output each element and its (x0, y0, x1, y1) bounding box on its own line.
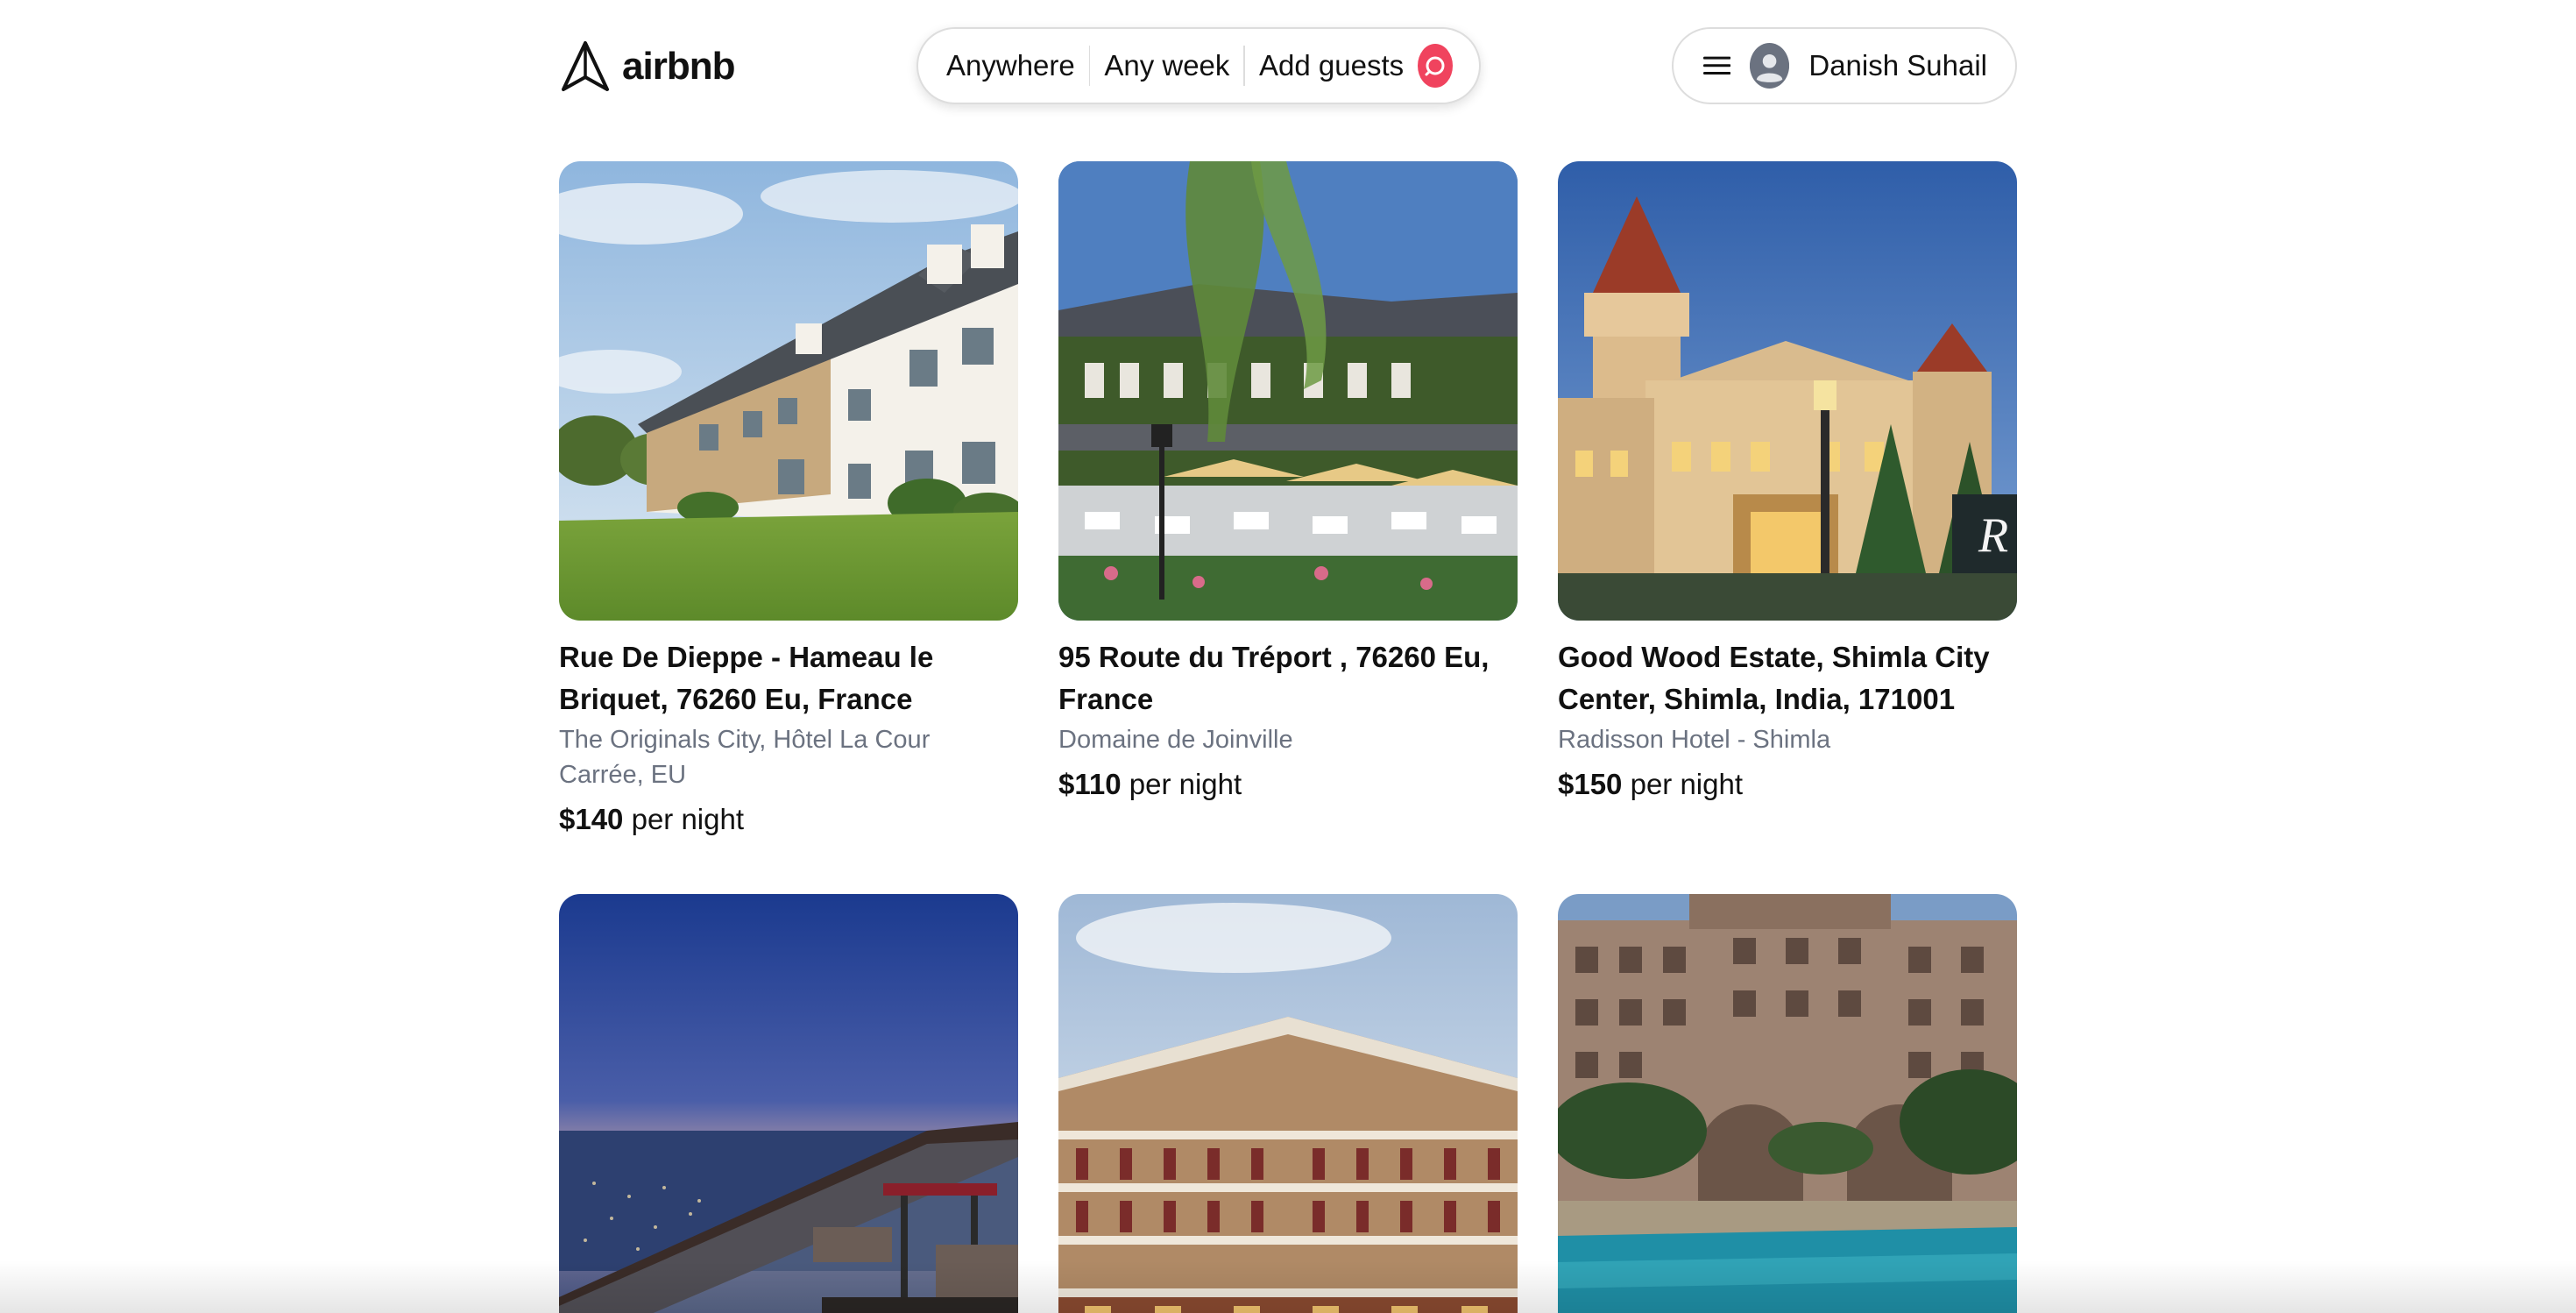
search-button[interactable] (1418, 44, 1453, 88)
listing-card[interactable] (559, 894, 1018, 1313)
paper-plane-icon (562, 41, 609, 91)
price-value: $140 (559, 803, 624, 835)
user-menu-button[interactable]: Danish Suhail (1672, 27, 2017, 104)
dates-filter[interactable]: Any week (1104, 49, 1229, 82)
listing-photo: R (1558, 161, 2017, 621)
listing-card[interactable]: 95 Route du Tréport , 76260 Eu, France D… (1058, 161, 1518, 805)
search-bar[interactable]: Anywhere Any week Add guests (916, 27, 1481, 104)
user-avatar-icon (1750, 46, 1790, 86)
listing-card[interactable] (1558, 894, 2017, 1313)
listing-title: Rue De Dieppe - Hameau le Briquet, 76260… (559, 641, 934, 715)
listing-photo (559, 161, 1018, 621)
logo[interactable]: airbnb (561, 39, 735, 95)
listing-subtitle: Domaine de Joinville (1058, 726, 1293, 754)
listing-title: Good Wood Estate, Shimla City Center, Sh… (1558, 641, 1990, 715)
listing-photo (1058, 894, 1518, 1313)
price-value: $110 (1058, 768, 1122, 800)
listing-photo (1558, 894, 2017, 1313)
search-icon (1425, 56, 1445, 76)
listing-price: $140 per night (559, 799, 1018, 840)
location-filter[interactable]: Anywhere (946, 49, 1075, 82)
listing-card[interactable]: Rue De Dieppe - Hameau le Briquet, 76260… (559, 161, 1018, 840)
price-suffix: per night (623, 803, 745, 835)
listing-title: 95 Route du Tréport , 76260 Eu, France (1058, 641, 1490, 715)
price-suffix: per night (1121, 768, 1242, 800)
listing-subtitle: The Originals City, Hôtel La Cour Carrée… (559, 726, 931, 789)
logo-text: airbnb (622, 45, 735, 88)
listing-card[interactable] (1058, 894, 1518, 1313)
user-name: Danish Suhail (1808, 49, 1987, 82)
listing-subtitle: Radisson Hotel - Shimla (1558, 726, 1831, 754)
listing-card[interactable]: R Good Wood Estate, Shimla City Center, … (1558, 161, 2017, 805)
divider (1088, 46, 1091, 86)
price-value: $150 (1558, 768, 1623, 800)
hamburger-menu-icon (1703, 56, 1731, 75)
listing-photo (559, 894, 1018, 1313)
price-suffix: per night (1622, 768, 1744, 800)
listing-price: $110 per night (1058, 764, 1518, 805)
svg-text:R: R (1978, 508, 2008, 563)
app-root: airbnb Anywhere Any week Add guests Dani… (0, 0, 2576, 1313)
avatar (1750, 43, 1790, 89)
divider (1243, 46, 1246, 86)
guests-filter[interactable]: Add guests (1259, 49, 1404, 82)
listing-photo (1058, 161, 1518, 621)
listing-price: $150 per night (1558, 764, 2017, 805)
